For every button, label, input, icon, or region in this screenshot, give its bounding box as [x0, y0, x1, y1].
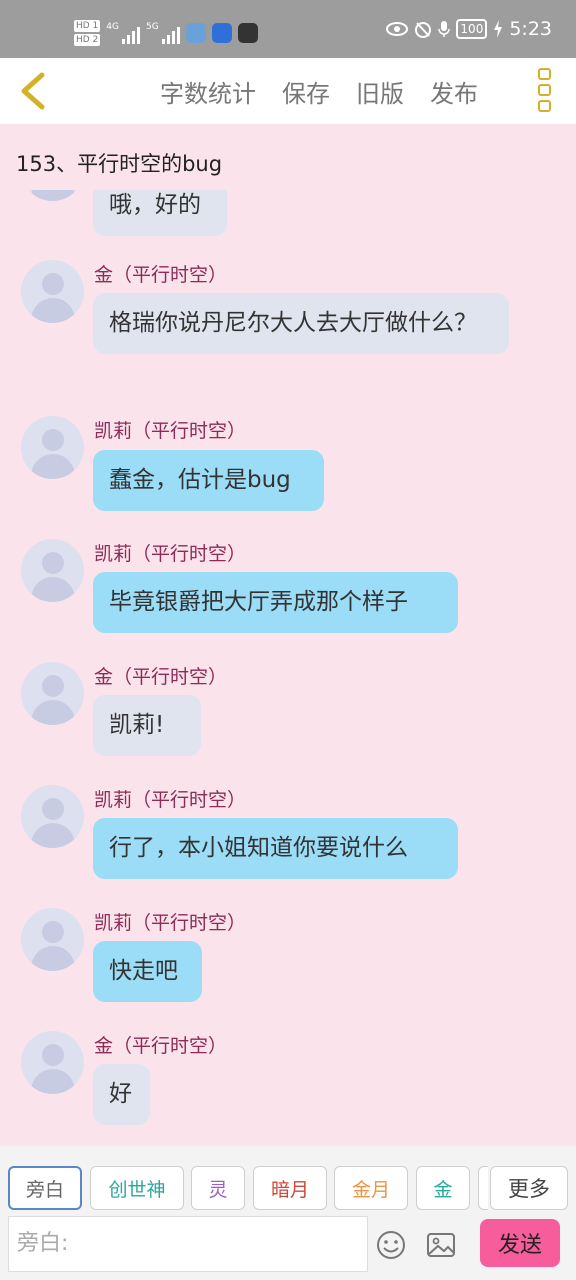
sender-name: 凯莉（平行时空） — [94, 420, 247, 442]
avatar[interactable] — [21, 908, 84, 971]
word-count-button[interactable]: 字数统计 — [160, 74, 256, 109]
character-chip-partial[interactable] — [478, 1166, 488, 1210]
mic-icon — [438, 21, 451, 37]
hd2-badge: HD 2 — [74, 34, 101, 46]
lightbulb-notification-icon — [211, 23, 232, 43]
message-bubble[interactable]: 毕竟银爵把大厅弄成那个样子 — [93, 572, 458, 633]
character-chip[interactable]: 金月 — [334, 1166, 408, 1210]
emoji-icon[interactable] — [376, 1230, 406, 1260]
chevron-left-icon — [21, 72, 45, 110]
message-bubble[interactable]: 好 — [93, 1064, 150, 1125]
avatar[interactable] — [21, 260, 84, 323]
save-button[interactable]: 保存 — [282, 74, 330, 109]
status-left: HD 1 HD 2 4G 5G — [74, 16, 258, 50]
more-dot-icon — [538, 100, 551, 112]
old-version-button[interactable]: 旧版 — [356, 74, 404, 109]
signal2-icon: 5G — [146, 22, 180, 44]
character-chip-narrator[interactable]: 旁白 — [8, 1166, 82, 1210]
alarm-icon — [415, 22, 432, 38]
message-input-box[interactable] — [8, 1216, 368, 1272]
message-bubble[interactable]: 蠢金，估计是bug — [93, 450, 324, 511]
status-right: 100 5:23 — [386, 18, 552, 40]
character-chip[interactable]: 灵 — [191, 1166, 245, 1210]
app-notification-icon — [185, 23, 206, 43]
more-options-button[interactable] — [538, 68, 554, 112]
avatar[interactable] — [21, 190, 84, 201]
back-button[interactable] — [12, 70, 52, 112]
sender-name: 凯莉（平行时空） — [94, 912, 247, 934]
sender-name: 凯莉（平行时空） — [94, 543, 247, 565]
avatar[interactable] — [21, 785, 84, 848]
character-chip[interactable]: 金 — [416, 1166, 470, 1210]
more-dot-icon — [538, 84, 551, 96]
message-bubble[interactable]: 快走吧 — [93, 941, 202, 1002]
composer-bar: 旁白 创世神 灵 暗月 金月 金 更多 发送 — [0, 1146, 576, 1280]
sender-name: 凯莉（平行时空） — [94, 789, 247, 811]
cat-notification-icon — [237, 23, 258, 43]
publish-button[interactable]: 发布 — [430, 74, 478, 109]
hd-indicators: HD 1 HD 2 — [74, 20, 101, 46]
message-bubble[interactable]: 行了，本小姐知道你要说什么 — [93, 818, 458, 879]
image-icon[interactable] — [426, 1230, 456, 1260]
more-characters-button[interactable]: 更多 — [490, 1166, 568, 1210]
charging-icon — [494, 20, 503, 38]
character-chip[interactable]: 暗月 — [253, 1166, 327, 1210]
more-dot-icon — [538, 68, 551, 80]
avatar[interactable] — [21, 539, 84, 602]
message-list[interactable]: 哦，好的 金（平行时空） 格瑞你说丹尼尔大人去大厅做什么？ 凯莉（平行时空） 蠢… — [0, 190, 576, 1146]
message-bubble[interactable]: 凯莉! — [93, 695, 201, 756]
signal1-icon: 4G — [106, 22, 140, 44]
battery-icon: 100 — [456, 19, 488, 39]
message-bubble[interactable]: 格瑞你说丹尼尔大人去大厅做什么？ — [93, 293, 509, 354]
chapter-title: 153、平行时空的bug — [16, 152, 223, 176]
eye-icon — [386, 22, 409, 36]
sender-name: 金（平行时空） — [94, 264, 228, 286]
clock: 5:23 — [509, 18, 552, 40]
avatar[interactable] — [21, 1031, 84, 1094]
send-button[interactable]: 发送 — [480, 1219, 560, 1267]
hd1-badge: HD 1 — [74, 20, 101, 32]
character-chip[interactable]: 创世神 — [90, 1166, 184, 1210]
message-bubble[interactable]: 哦，好的 — [93, 190, 227, 236]
avatar[interactable] — [21, 662, 84, 725]
toolbar-actions: 字数统计 保存 旧版 发布 — [160, 58, 504, 124]
status-bar: HD 1 HD 2 4G 5G 100 5:23 — [0, 0, 576, 58]
message-input[interactable] — [17, 1231, 359, 1256]
sender-name: 金（平行时空） — [94, 1035, 228, 1057]
sender-name: 金（平行时空） — [94, 666, 228, 688]
top-toolbar: 字数统计 保存 旧版 发布 — [0, 58, 576, 124]
avatar[interactable] — [21, 416, 84, 479]
